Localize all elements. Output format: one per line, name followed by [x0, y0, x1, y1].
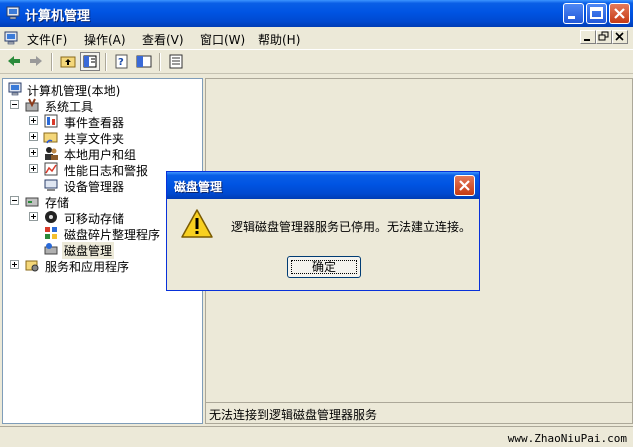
- mdi-close-button[interactable]: [612, 30, 628, 44]
- defrag-icon: [45, 227, 57, 239]
- back-button[interactable]: [4, 52, 24, 71]
- focus-rectangle: [291, 260, 357, 274]
- toolbar: ?: [0, 49, 633, 74]
- menu-help[interactable]: 帮助(H): [258, 31, 300, 48]
- status-bar: www.ZhaoNiuPai.com: [0, 426, 633, 447]
- tree-node-local-users[interactable]: 本地用户和组: [29, 145, 199, 162]
- expand-icon[interactable]: [10, 260, 19, 269]
- computer-management-window: 计算机管理 文件(F) 操作(A) 查看(V) 窗口(W) 帮助(H) ? 计算…: [0, 0, 633, 447]
- up-one-level-button[interactable]: [58, 52, 78, 71]
- ok-button[interactable]: 确定: [287, 256, 361, 278]
- expand-icon[interactable]: [29, 116, 38, 125]
- watermark-text: www.ZhaoNiuPai.com: [507, 432, 627, 445]
- app-menu-icon[interactable]: [3, 30, 19, 46]
- dialog-title-bar[interactable]: 磁盘管理: [167, 172, 479, 199]
- expand-icon[interactable]: [29, 148, 38, 157]
- forward-arrow-icon: [30, 56, 42, 66]
- collapse-icon[interactable]: [10, 100, 19, 109]
- expand-icon[interactable]: [29, 132, 38, 141]
- export-list-icon: [169, 54, 183, 69]
- services-icon: [25, 260, 39, 272]
- folder-up-icon: [60, 56, 76, 68]
- shared-folder-icon: [43, 132, 58, 144]
- collapse-icon[interactable]: [10, 196, 19, 205]
- close-icon: [459, 180, 470, 191]
- disk-management-dialog: 磁盘管理 逻辑磁盘管理器服务已停用。无法建立连接。 确定: [166, 171, 480, 291]
- properties-icon: ?: [115, 54, 128, 69]
- tools-icon: [25, 98, 39, 112]
- menu-view[interactable]: 查看(V): [142, 31, 184, 48]
- maximize-button[interactable]: [586, 3, 607, 24]
- tree-node-event-viewer[interactable]: 事件查看器: [29, 113, 199, 130]
- dialog-message: 逻辑磁盘管理器服务已停用。无法建立连接。: [231, 220, 472, 234]
- tree-node-root[interactable]: 计算机管理(本地): [5, 81, 201, 98]
- svg-text:?: ?: [118, 57, 124, 68]
- tree-node-shared-folders[interactable]: 共享文件夹: [29, 129, 199, 146]
- maximize-icon: [590, 7, 603, 19]
- close-icon: [614, 8, 625, 19]
- toolbar-separator: [105, 53, 107, 71]
- minimize-icon: [584, 39, 590, 41]
- mdi-restore-button[interactable]: [596, 30, 612, 44]
- properties-button[interactable]: ?: [112, 52, 132, 71]
- close-icon: [615, 32, 624, 41]
- expand-icon[interactable]: [29, 212, 38, 221]
- menu-action[interactable]: 操作(A): [84, 31, 126, 48]
- status-text: 无法连接到逻辑磁盘管理器服务: [209, 408, 378, 422]
- back-arrow-icon: [8, 56, 20, 66]
- help-button[interactable]: [134, 52, 154, 71]
- event-viewer-icon: [44, 114, 58, 128]
- tree-label: 服务和应用程序: [45, 260, 130, 274]
- tree-node-system-tools[interactable]: 系统工具: [10, 97, 200, 114]
- removable-storage-icon: [45, 211, 57, 223]
- minimize-button[interactable]: [563, 3, 584, 24]
- menu-window[interactable]: 窗口(W): [200, 31, 245, 48]
- forward-button[interactable]: [26, 52, 46, 71]
- dialog-close-button[interactable]: [454, 175, 475, 196]
- toolbar-separator: [51, 53, 53, 71]
- storage-icon: [25, 197, 39, 207]
- restore-icon: [598, 31, 609, 41]
- expand-icon[interactable]: [29, 164, 38, 173]
- mdi-minimize-button[interactable]: [580, 30, 596, 44]
- performance-logs-icon: [44, 162, 58, 176]
- help-book-icon: [136, 55, 152, 68]
- minimize-icon: [568, 16, 575, 19]
- device-manager-icon: [44, 179, 58, 191]
- warning-icon: [181, 209, 213, 238]
- computer-icon: [8, 82, 22, 96]
- console-tree-icon: [83, 55, 97, 68]
- export-list-button[interactable]: [166, 52, 186, 71]
- toolbar-separator: [159, 53, 161, 71]
- menu-bar: 文件(F) 操作(A) 查看(V) 窗口(W) 帮助(H): [0, 27, 633, 49]
- details-status-line: 无法连接到逻辑磁盘管理器服务: [206, 402, 632, 423]
- dialog-title: 磁盘管理: [174, 180, 223, 194]
- users-icon: [45, 147, 58, 160]
- window-title: 计算机管理: [25, 9, 91, 24]
- menu-file[interactable]: 文件(F): [27, 31, 67, 48]
- title-bar[interactable]: 计算机管理: [0, 0, 633, 27]
- show-hide-tree-button[interactable]: [80, 52, 100, 71]
- computer-icon: [6, 6, 20, 20]
- close-button[interactable]: [609, 3, 630, 24]
- disk-management-icon: [44, 243, 58, 255]
